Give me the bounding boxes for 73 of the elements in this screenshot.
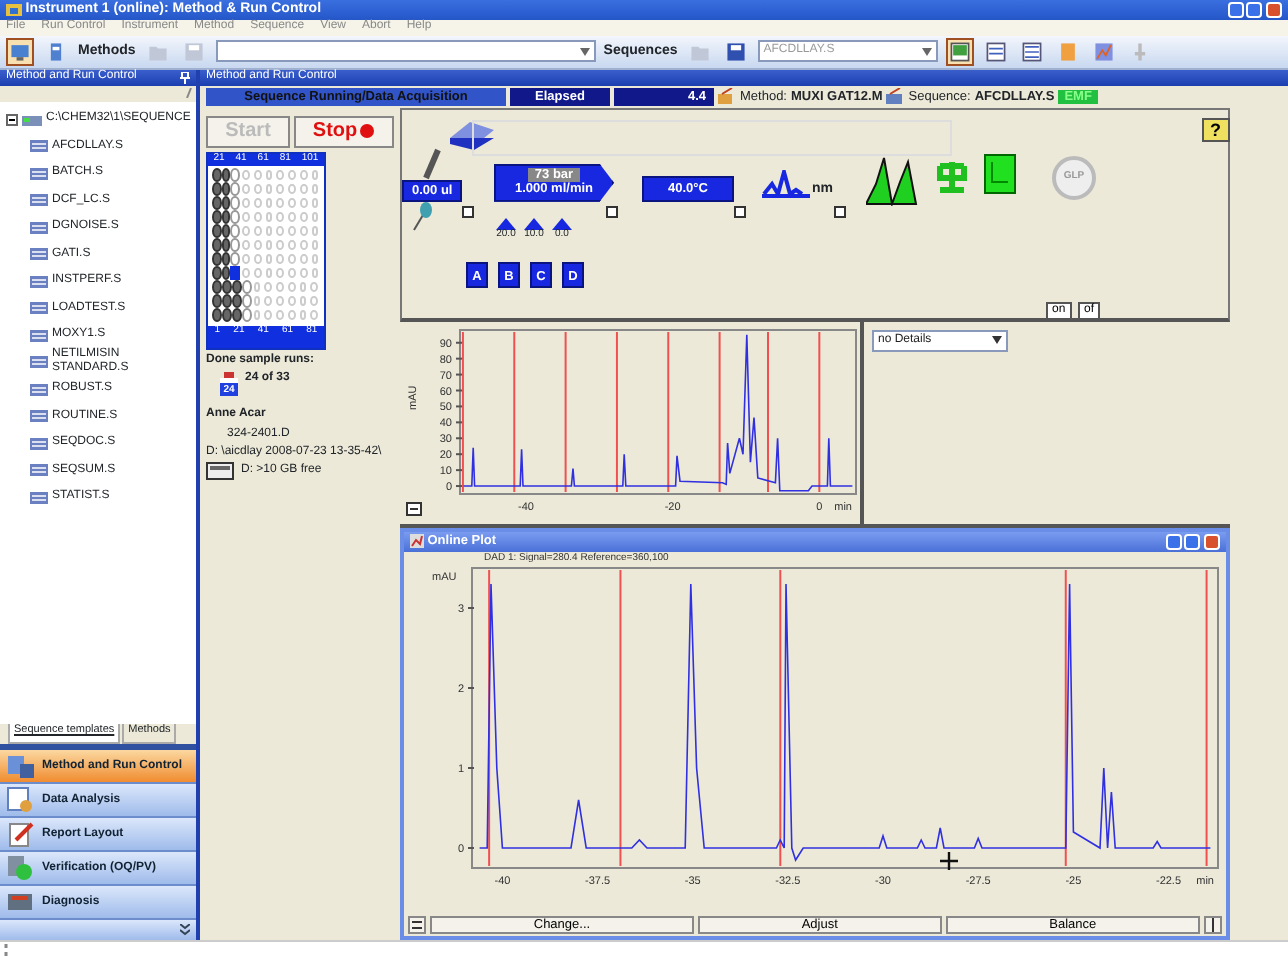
close-button[interactable] [1266,1,1282,18]
maximize-button[interactable] [1246,1,1263,18]
sequence-icon [30,408,48,425]
dropdown-icon [992,336,1002,345]
sequence-icon [30,219,48,236]
sequence-icon [30,435,48,452]
y-tick [455,341,463,344]
drive-icon [22,111,42,128]
sequence-icon [30,300,48,317]
sequence-icon [30,192,48,209]
y-tick [467,686,475,689]
y-tick [455,421,463,424]
y-tick [455,389,463,392]
layout-icon[interactable] [945,37,974,66]
method-icon [718,88,736,105]
report-icon [984,153,1016,194]
grip-icon [3,943,10,956]
save-icon[interactable] [721,37,750,66]
dropdown-icon [921,47,932,56]
sequence-icon [30,165,48,182]
settings-icon[interactable] [408,916,426,935]
y-tick [467,606,475,609]
app-icon [6,1,22,18]
y-tick [455,484,463,487]
collapse-icon[interactable] [6,113,18,126]
pencil-icon [6,820,34,849]
window-icon [6,752,34,781]
expand-icon[interactable] [462,205,474,218]
check-icon [6,854,34,883]
columns-icon[interactable] [1204,916,1223,935]
method-combo[interactable] [215,40,596,63]
plot-icon [410,534,424,549]
close-button[interactable] [1204,533,1220,550]
y-tick [455,357,463,360]
detector-peaks-icon [762,169,810,198]
crosshair-cursor [940,851,958,870]
expand-icon[interactable] [834,205,846,218]
y-tick [455,453,463,456]
pin-icon[interactable] [180,71,190,84]
layout-icon[interactable] [981,37,1010,66]
stop-icon [360,124,375,139]
sequence-icon [886,88,905,105]
sequence-icon [30,246,48,263]
minimize-button[interactable] [1227,1,1243,18]
stop-button[interactable]: Stop [293,115,395,148]
minimize-button[interactable] [1165,533,1181,550]
sequence-icon [30,273,48,290]
sequence-icon [30,327,48,344]
help-button[interactable]: ? [1202,117,1229,143]
list-icon[interactable] [1017,37,1046,66]
expand-icon[interactable] [606,205,618,218]
autosampler-icon [446,117,498,150]
sequence-icon [30,138,48,155]
y-tick [467,766,475,769]
document-icon [6,786,34,815]
chart-icon[interactable] [1089,37,1118,66]
y-tick [455,373,463,376]
monitor-icon[interactable] [6,37,34,66]
sequence-icon [30,381,48,398]
y-tick [455,437,463,440]
sequence-icon [30,489,48,506]
y-tick [467,846,475,849]
y-tick [455,468,463,471]
expand-icon[interactable] [734,205,746,218]
sequence-icon [30,462,48,479]
collapse-icon[interactable] [406,501,422,516]
sequence-icon [30,354,48,371]
y-tick [455,405,463,408]
chevron-icon[interactable] [179,924,189,937]
peaks-icon [866,153,918,206]
dropdown-icon [579,47,590,56]
maximize-button[interactable] [1184,533,1201,550]
slash-icon[interactable] [186,88,193,99]
